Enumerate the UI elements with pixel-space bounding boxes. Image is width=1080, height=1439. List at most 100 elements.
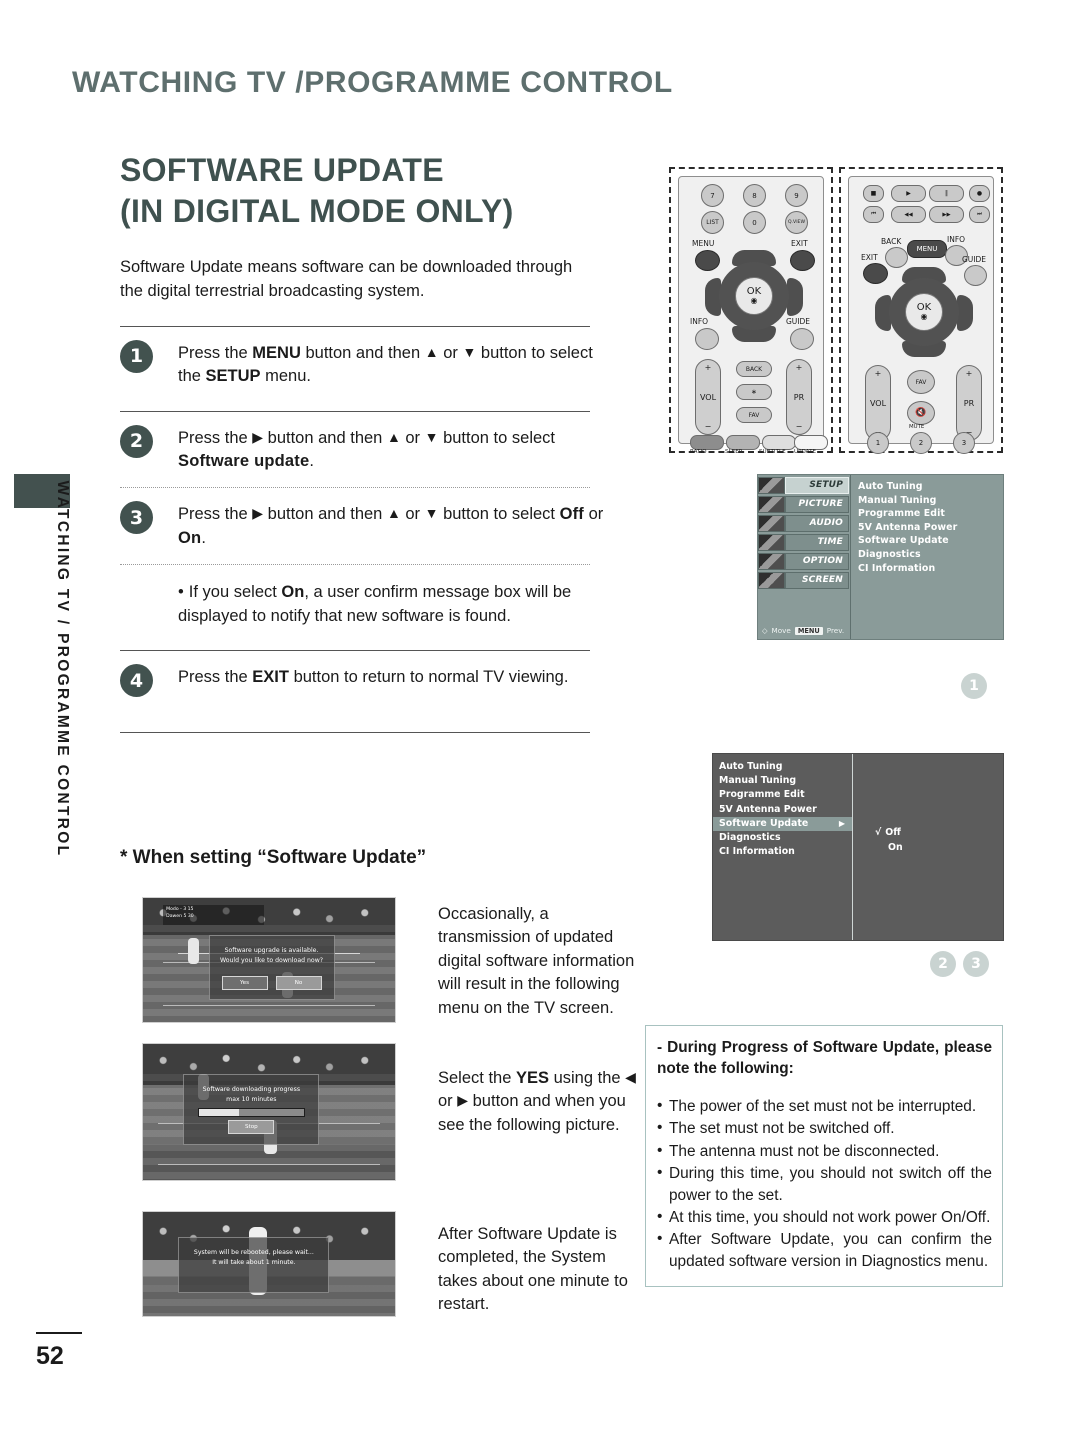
remote-button-sleep[interactable] <box>726 435 760 450</box>
osd-item-auto-tuning[interactable]: Auto Tuning <box>858 480 1003 494</box>
arrow-up-icon: ▲ <box>424 343 439 360</box>
remote-button-info[interactable] <box>695 328 719 350</box>
remote-button-stop[interactable]: ■ <box>863 185 884 202</box>
osd-item-diagnostics[interactable]: Diagnostics <box>858 548 1003 562</box>
osd-item-programme-edit[interactable]: Programme Edit <box>858 507 1003 521</box>
osd2-option-on[interactable]: On <box>875 841 1003 856</box>
remote-label-menu: MENU <box>692 239 715 248</box>
osd2-item-ci-information[interactable]: CI Information <box>713 845 852 859</box>
remote-button-fav[interactable]: FAV <box>736 407 772 423</box>
remote-button-ok[interactable]: OK ◉ <box>905 293 943 331</box>
tv-player <box>188 937 200 964</box>
osd-tab-option[interactable]: OPTION <box>758 552 849 570</box>
notice-item: After Software Update, you can confirm t… <box>657 1228 992 1272</box>
remote-button-skip-back[interactable]: ⏮ <box>863 206 884 223</box>
osd2-item-5v-antenna-power[interactable]: 5V Antenna Power <box>713 803 852 817</box>
dialog-stop-button[interactable]: Stop <box>228 1120 275 1135</box>
step-2-suffix: . <box>309 452 314 471</box>
osd-item-manual-tuning[interactable]: Manual Tuning <box>858 494 1003 508</box>
arrow-right-icon: ▶ <box>252 428 264 445</box>
tv-screenshot-downloading: Software downloading progress max 10 min… <box>142 1043 396 1181</box>
dpad-right[interactable] <box>787 278 803 316</box>
tv-caption-2-or: or <box>438 1092 458 1111</box>
remote-volume-rocker[interactable]: + VOL − <box>865 365 891 441</box>
remote-button-mute[interactable]: 🔇 <box>907 401 935 425</box>
pr-label: PR <box>793 392 805 402</box>
osd2-item-column: Auto Tuning Manual Tuning Programme Edit… <box>713 754 853 940</box>
osd-tab-time[interactable]: TIME <box>758 533 849 551</box>
osd-tab-audio[interactable]: AUDIO <box>758 514 849 532</box>
checkmark-icon: √ <box>875 827 882 838</box>
remote-button-star[interactable]: ∗ <box>736 384 772 400</box>
remote-button-fav[interactable]: FAV <box>907 370 935 394</box>
notice-item: During this time, you should not switch … <box>657 1162 992 1206</box>
osd2-item-software-update[interactable]: Software Update ▶ <box>713 816 852 832</box>
osd-tab-screen[interactable]: SCREEN <box>758 571 849 589</box>
remote-button-3[interactable]: 3 <box>953 432 975 454</box>
remote-button-9[interactable]: 9 <box>785 184 808 207</box>
remote-button-subtitle[interactable] <box>762 435 796 450</box>
osd2-option-off-label: Off <box>885 827 901 838</box>
osd2-option-off[interactable]: √ Off <box>875 826 1003 841</box>
notice-item: The antenna must not be disconnected. <box>657 1140 992 1162</box>
tv-caption-2-yes: YES <box>515 1069 549 1087</box>
osd-item-software-update[interactable]: Software Update <box>858 534 1003 548</box>
osd2-item-manual-tuning[interactable]: Manual Tuning <box>713 774 852 788</box>
remote-button-menu[interactable]: MENU <box>907 240 947 258</box>
remote-button-rewind[interactable]: ◀◀ <box>891 206 926 223</box>
osd-tab-setup[interactable]: SETUP <box>758 476 849 494</box>
osd2-item-diagnostics[interactable]: Diagnostics <box>713 831 852 845</box>
pr-plus[interactable]: + <box>796 363 803 372</box>
remote-button-ratio[interactable] <box>690 435 724 450</box>
remote-button-8[interactable]: 8 <box>743 184 766 207</box>
remote-programme-rocker[interactable]: + PR − <box>956 365 982 441</box>
dialog-line-2: max 10 minutes <box>226 1095 277 1103</box>
remote-button-play[interactable]: ▶ <box>891 185 926 202</box>
remote-dpad[interactable]: OK ◉ <box>705 250 803 342</box>
osd-tab-picture[interactable]: PICTURE <box>758 495 849 513</box>
step-marker-3: 3 <box>963 951 989 977</box>
dialog-no-button[interactable]: No <box>275 976 322 990</box>
remote-button-skip-forward[interactable]: ⏭ <box>969 206 990 223</box>
vol-minus[interactable]: − <box>705 422 712 431</box>
subheading-when-setting: * When setting “Software Update” <box>120 847 427 868</box>
osd-thumb-audio-icon <box>758 514 785 532</box>
vol-plus[interactable]: + <box>705 363 712 372</box>
divider-after-step-2 <box>120 487 590 489</box>
vol-plus[interactable]: + <box>875 369 882 378</box>
tv-caption-3: After Software Update is completed, the … <box>438 1225 628 1314</box>
ok-dot-icon: ◉ <box>750 296 758 305</box>
dpad-right[interactable] <box>957 295 973 331</box>
osd-thumb-time-icon <box>758 533 785 551</box>
osd-item-5v-antenna-power[interactable]: 5V Antenna Power <box>858 521 1003 535</box>
remote-button-guide[interactable] <box>790 328 814 350</box>
remote-button-back[interactable]: BACK <box>736 361 772 377</box>
remote-button-fast-forward[interactable]: ▶▶ <box>929 206 964 223</box>
remote-volume-rocker[interactable]: + VOL − <box>695 359 721 435</box>
remote-button-7[interactable]: 7 <box>701 184 724 207</box>
pr-minus[interactable]: − <box>796 422 803 431</box>
osd-tab-column: SETUP PICTURE AUDIO TIME OPTION SCREEN ◇… <box>758 475 851 639</box>
osd-item-ci-information[interactable]: CI Information <box>858 562 1003 576</box>
step-3-number: 3 <box>120 501 153 535</box>
dialog-yes-button[interactable]: Yes <box>221 976 268 990</box>
remote-button-0[interactable]: 0 <box>743 211 766 234</box>
step-1-key-menu: MENU <box>252 343 301 362</box>
step-4-suffix: button to return to normal TV viewing. <box>288 668 569 687</box>
remote-dpad[interactable]: OK ◉ <box>875 267 973 357</box>
remote-button-update[interactable] <box>794 435 828 450</box>
osd2-item-auto-tuning[interactable]: Auto Tuning <box>713 760 852 774</box>
osd-footer-prev-label: Prev. <box>826 626 845 635</box>
remote-button-list[interactable]: LIST <box>701 211 724 234</box>
remote-button-ok[interactable]: OK ◉ <box>735 277 773 315</box>
remote-button-2[interactable]: 2 <box>910 432 932 454</box>
remote-programme-rocker[interactable]: + PR − <box>786 359 812 435</box>
remote-button-pause[interactable]: ‖ <box>929 185 964 202</box>
remote-button-qview[interactable]: Q.VIEW <box>785 211 808 234</box>
remote-button-record[interactable]: ● <box>969 185 990 202</box>
osd2-item-programme-edit[interactable]: Programme Edit <box>713 788 852 802</box>
remote-label-back: BACK <box>881 237 902 246</box>
remote-button-back[interactable] <box>885 247 908 268</box>
pr-plus[interactable]: + <box>966 369 973 378</box>
remote-button-1[interactable]: 1 <box>867 432 889 454</box>
